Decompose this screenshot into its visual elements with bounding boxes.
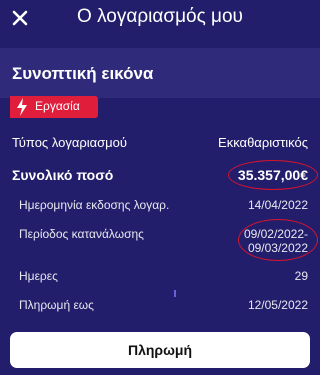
days-value: 29: [294, 269, 308, 283]
due-date-label: Πληρωμή εως: [19, 298, 94, 312]
due-date-value: 12/05/2022: [247, 298, 308, 312]
section-title: Συνοπτική εικόνα: [12, 64, 154, 83]
days-label: Ημερες: [19, 269, 58, 283]
pay-button[interactable]: Πληρωμή: [10, 332, 310, 368]
consumption-period-label: Περίοδος κατανάλωσης: [19, 227, 144, 241]
category-tag: Εργασία: [10, 96, 98, 118]
text-cursor: [174, 290, 176, 297]
lightning-icon: [14, 97, 30, 117]
issue-date-value: 14/04/2022: [247, 198, 308, 212]
account-type-value: Εκκαθαριστικός: [218, 135, 308, 150]
category-tag-label: Εργασία: [35, 99, 80, 113]
account-type-label: Τύπος λογαριασμού: [12, 135, 128, 150]
top-bar: Ο λογαριασμός μου: [0, 0, 320, 40]
pay-button-label: Πληρωμή: [127, 342, 193, 358]
issue-date-label: Ημερομηνία εκδοσης λογαρ.: [19, 198, 170, 212]
highlight-ellipse-period: [238, 219, 318, 261]
total-amount-label: Συνολικό ποσό: [12, 167, 114, 183]
page-title: Ο λογαριασμός μου: [77, 6, 243, 27]
highlight-ellipse-total: [228, 160, 318, 190]
